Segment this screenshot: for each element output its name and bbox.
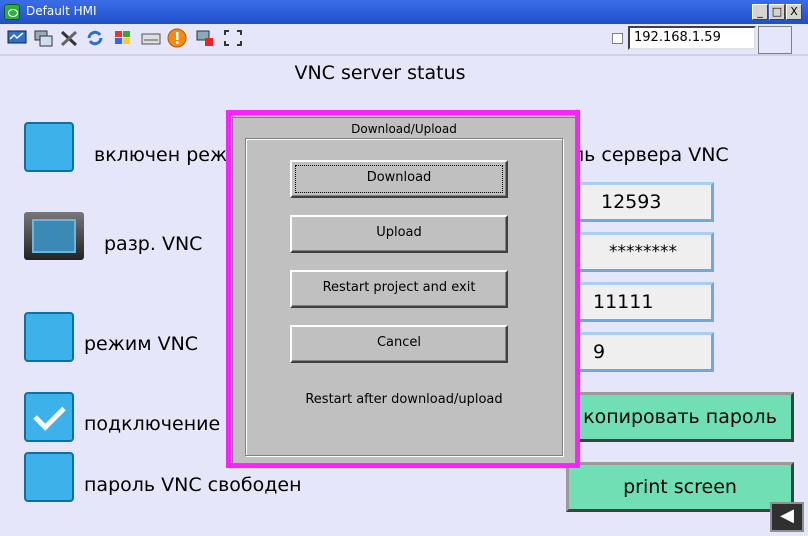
vnc-mode-label: режим VNC	[84, 333, 199, 355]
vnc-password-free-checkbox[interactable]	[24, 452, 74, 502]
toggle-indicator	[32, 219, 76, 253]
arrow-left-icon: ◀	[780, 505, 794, 526]
copy-password-button[interactable]: копировать пароль	[566, 392, 794, 442]
restart-project-button[interactable]: Restart project and exit	[290, 270, 508, 308]
toolbar-separator	[0, 54, 808, 56]
download-button[interactable]: Download	[290, 160, 508, 198]
vnc-connection-checkbox[interactable]	[24, 392, 74, 442]
tools-icon[interactable]	[58, 27, 80, 49]
toolbar-extra-button[interactable]	[758, 26, 792, 54]
vnc-allowed-label: разр. VNC	[104, 233, 203, 255]
ip-checkbox[interactable]	[612, 33, 623, 44]
dialog-note: Restart after download/upload	[305, 392, 503, 407]
vnc-password-field[interactable]: ********	[570, 232, 714, 272]
close-button[interactable]: X	[786, 4, 802, 20]
focus-ring	[295, 165, 503, 193]
vnc-mode-checkbox[interactable]	[24, 312, 74, 362]
cancel-button-label: Cancel	[376, 335, 422, 350]
ip-address-field[interactable]: 192.168.1.59	[628, 26, 756, 50]
server-password-label: ль сервера VNC	[572, 144, 729, 166]
fullscreen-icon[interactable]	[222, 27, 244, 49]
value-field-4[interactable]: 9	[570, 332, 714, 372]
page-title: VNC server status	[294, 62, 466, 84]
title-bar: Default HMI _ □ X	[0, 0, 808, 24]
back-button[interactable]: ◀	[770, 502, 804, 532]
print-screen-button[interactable]: print screen	[566, 462, 794, 512]
network-icon[interactable]	[194, 27, 216, 49]
maximize-button[interactable]: □	[769, 4, 785, 20]
vnc-allowed-toggle[interactable]	[24, 212, 84, 260]
value-field-3[interactable]: 11111	[570, 282, 714, 322]
restart-project-button-label: Restart project and exit	[322, 280, 476, 295]
vnc-port-field[interactable]: 12593	[570, 182, 714, 222]
upload-button-label: Upload	[376, 225, 422, 240]
monitor-icon[interactable]	[6, 27, 28, 49]
app-icon	[4, 4, 20, 20]
window-title: Default HMI	[26, 4, 97, 18]
flag-icon[interactable]	[112, 27, 134, 49]
alert-icon[interactable]	[166, 27, 188, 49]
refresh-icon[interactable]	[84, 27, 106, 49]
dialog-title: Download/Upload	[351, 122, 457, 136]
windows-icon[interactable]	[32, 27, 54, 49]
minimize-button[interactable]: _	[752, 4, 768, 20]
mode-enabled-checkbox[interactable]	[24, 122, 74, 172]
upload-button[interactable]: Upload	[290, 215, 508, 253]
vnc-password-free-label: пароль VNC свободен	[84, 474, 302, 496]
cancel-button[interactable]: Cancel	[290, 325, 508, 363]
keyboard-icon[interactable]	[140, 27, 162, 49]
vnc-connection-label: подключение V	[84, 413, 240, 435]
